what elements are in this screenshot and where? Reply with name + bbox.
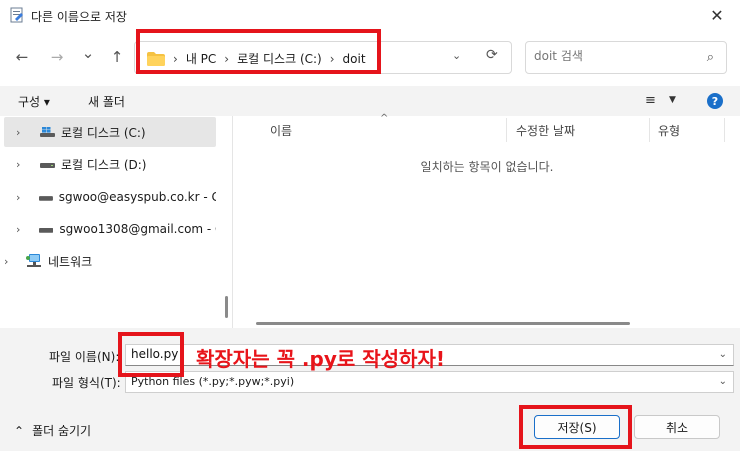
chevron-down-icon[interactable]: ⌄ bbox=[719, 376, 727, 387]
chevron-right-icon[interactable]: › bbox=[16, 191, 31, 204]
search-icon[interactable]: ⌕ bbox=[707, 50, 714, 65]
sidebar-item-label: 로컬 디스크 (C:) bbox=[61, 125, 146, 140]
chevron-right-icon[interactable]: › bbox=[4, 255, 20, 268]
chevron-right-icon[interactable]: › bbox=[16, 223, 31, 236]
chevron-down-icon[interactable]: ⌄ bbox=[452, 49, 461, 62]
recent-locations-icon[interactable]: ⌄ bbox=[77, 42, 99, 64]
cancel-button[interactable]: 취소 bbox=[634, 415, 720, 439]
help-icon[interactable]: ? bbox=[707, 93, 723, 109]
sidebar-item-local-disk-d[interactable]: › 로컬 디스크 (D:) bbox=[4, 149, 216, 179]
filename-label: 파일 이름(N): bbox=[49, 350, 120, 364]
drive-icon bbox=[40, 163, 55, 168]
save-dialog-icon bbox=[10, 7, 23, 23]
column-divider[interactable] bbox=[649, 118, 650, 142]
sidebar-item-network[interactable]: › 네트워크 bbox=[0, 246, 204, 276]
chevron-up-icon: ⌃ bbox=[14, 423, 25, 438]
view-options-icon[interactable]: ≡ bbox=[645, 93, 656, 108]
sort-ascending-icon: ^ bbox=[380, 113, 389, 124]
column-header-date-modified[interactable]: 수정한 날짜 bbox=[516, 122, 575, 139]
column-divider[interactable] bbox=[724, 118, 725, 142]
drive-icon bbox=[39, 228, 54, 233]
search-box[interactable]: ⌕ bbox=[525, 41, 727, 74]
chevron-right-icon[interactable]: › bbox=[16, 126, 32, 139]
chevron-down-icon[interactable]: ⌄ bbox=[719, 349, 727, 360]
annotation-text: 확장자는 꼭 .py로 작성하자! bbox=[196, 347, 445, 371]
column-divider[interactable] bbox=[506, 118, 507, 142]
filetype-select[interactable]: Python files (*.py;*.pyw;*.pyi) ⌄ bbox=[125, 371, 734, 393]
view-dropdown-icon[interactable]: ▼ bbox=[669, 95, 676, 105]
sidebar-item-label: sgwoo@easyspub.co.kr - Go bbox=[58, 190, 216, 204]
network-icon bbox=[26, 254, 41, 267]
sidebar-item-local-disk-c[interactable]: › 로컬 디스크 (C:) bbox=[4, 117, 216, 147]
up-arrow-icon[interactable]: ↑ bbox=[106, 46, 128, 68]
column-header-type[interactable]: 유형 bbox=[658, 122, 680, 139]
windows-drive-icon bbox=[40, 127, 55, 137]
horizontal-scrollbar[interactable] bbox=[256, 322, 630, 325]
navigation-pane: › 로컬 디스크 (C:) › 로컬 디스크 (D:) › sgwoo@easy… bbox=[0, 116, 233, 328]
navigation-pane-scrollbar[interactable] bbox=[225, 296, 228, 318]
organize-button[interactable]: 구성 ▾ bbox=[18, 93, 50, 110]
back-arrow-icon[interactable]: ← bbox=[11, 46, 33, 68]
sidebar-item-label: sgwoo1308@gmail.com - G bbox=[59, 222, 216, 236]
save-button-highlight-box bbox=[519, 405, 632, 449]
sidebar-item-label: 로컬 디스크 (D:) bbox=[61, 157, 147, 172]
address-highlight-box bbox=[136, 29, 381, 74]
drive-icon bbox=[38, 196, 53, 201]
filename-highlight-box bbox=[118, 332, 184, 377]
filetype-label: 파일 형식(T): bbox=[52, 376, 121, 390]
file-list: ^ 이름 수정한 날짜 유형 일치하는 항목이 없습니다. bbox=[234, 113, 740, 328]
forward-arrow-icon[interactable]: → bbox=[46, 46, 68, 68]
refresh-icon[interactable]: ⟳ bbox=[486, 47, 498, 63]
command-bar: 구성 ▾ 새 폴더 ≡ ▼ bbox=[0, 86, 740, 116]
empty-folder-message: 일치하는 항목이 없습니다. bbox=[420, 160, 554, 174]
window-title: 다른 이름으로 저장 bbox=[31, 10, 127, 24]
hide-folders-toggle[interactable]: ⌃ 폴더 숨기기 bbox=[14, 422, 91, 439]
column-header-name[interactable]: 이름 bbox=[270, 122, 292, 139]
close-icon[interactable]: ✕ bbox=[694, 0, 740, 31]
sidebar-item-google-drive-1[interactable]: › sgwoo@easyspub.co.kr - Go bbox=[4, 182, 216, 212]
sidebar-item-google-drive-2[interactable]: › sgwoo1308@gmail.com - G bbox=[4, 214, 216, 244]
new-folder-button[interactable]: 새 폴더 bbox=[88, 93, 125, 110]
search-input[interactable] bbox=[534, 49, 694, 63]
sidebar-item-label: 네트워크 bbox=[48, 254, 93, 269]
chevron-right-icon[interactable]: › bbox=[16, 158, 32, 171]
hide-folders-label: 폴더 숨기기 bbox=[32, 424, 92, 438]
title-bar: 다른 이름으로 저장 ✕ bbox=[0, 0, 740, 31]
